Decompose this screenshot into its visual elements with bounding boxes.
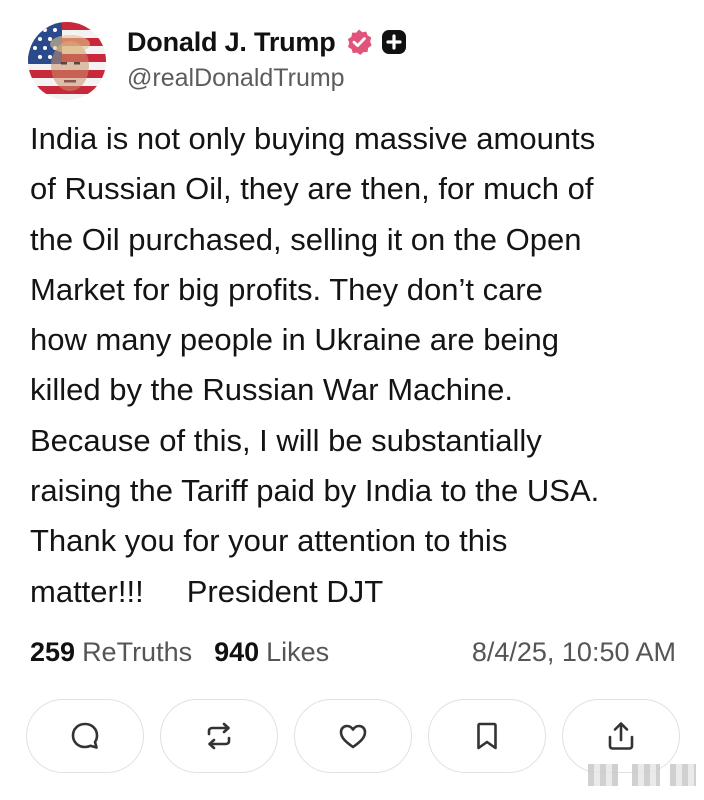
avatar[interactable] [28, 22, 106, 100]
bookmark-icon [477, 722, 497, 750]
post-body-line: Thank you for your attention to this [30, 523, 508, 559]
post-body-line: matter!!! President DJT [30, 573, 384, 609]
watermark-block [588, 764, 618, 786]
post-body-line: Because of this, I will be substantially [30, 422, 542, 458]
share-icon [608, 722, 634, 750]
retruths-count: 259 [30, 636, 76, 667]
author-name-row: Donald J. Trump [127, 24, 407, 60]
repost-icon [207, 722, 231, 750]
action-bar [26, 699, 686, 775]
watermark-block [632, 764, 660, 786]
likes-stat[interactable]: 940 Likes [214, 637, 329, 668]
share-button[interactable] [562, 699, 680, 773]
post-body-line: killed by the Russian War Machine. [30, 372, 513, 408]
author-display-name[interactable]: Donald J. Trump [127, 27, 336, 58]
like-button[interactable] [294, 699, 412, 773]
post-body-line: the Oil purchased, selling it on the Ope… [30, 221, 582, 257]
flag-portrait-avatar-icon [28, 22, 106, 100]
retruths-stat[interactable]: 259 ReTruths [30, 637, 192, 668]
likes-count: 940 [214, 636, 260, 667]
watermark-block [670, 764, 696, 786]
post-card: Donald J. Trump @realDonaldTrump India i… [0, 0, 704, 800]
author-handle[interactable]: @realDonaldTrump [127, 64, 345, 93]
retruths-label: ReTruths [82, 636, 193, 667]
retruth-button[interactable] [160, 699, 278, 773]
post-body-line: of Russian Oil, they are then, for much … [30, 171, 594, 207]
verified-badge-icon [347, 29, 372, 55]
post-body-line: raising the Tariff paid by India to the … [30, 473, 600, 509]
plus-badge-icon [381, 30, 406, 54]
reply-button[interactable] [26, 699, 144, 773]
bookmark-button[interactable] [428, 699, 546, 773]
post-timestamp[interactable]: 8/4/25, 10:50 AM [472, 637, 676, 668]
comment-icon [71, 722, 99, 749]
heart-icon [339, 724, 367, 749]
post-body-line: how many people in Ukraine are being [30, 322, 560, 358]
post-body-line: Market for big profits. They don’t care [30, 271, 543, 307]
post-body: India is not only buying massive amounts… [30, 114, 690, 617]
post-stats: 259 ReTruths 940 Likes 8/4/25, 10:50 AM [30, 634, 676, 670]
post-body-line: India is not only buying massive amounts [30, 121, 596, 156]
watermark [588, 764, 700, 786]
likes-label: Likes [266, 636, 330, 667]
